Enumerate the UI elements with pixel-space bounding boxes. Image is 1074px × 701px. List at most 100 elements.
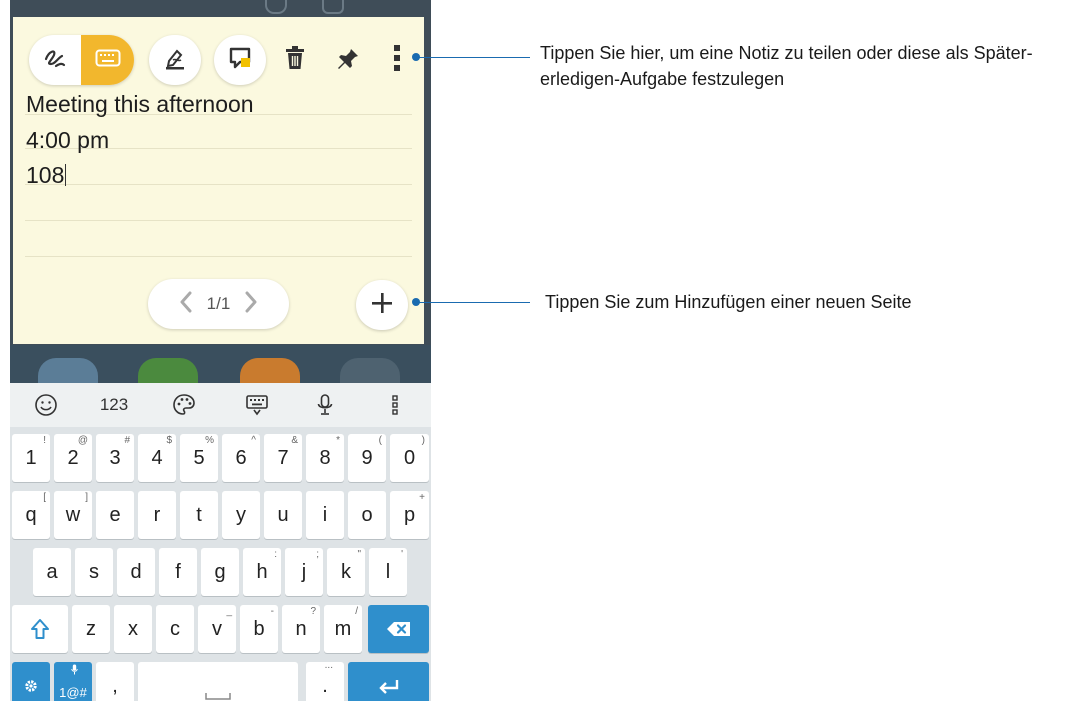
key-5[interactable]: 5% (180, 434, 218, 482)
key-secondary: # (124, 435, 130, 446)
emoji-button[interactable] (30, 383, 62, 427)
shift-key[interactable] (12, 605, 68, 653)
key-label: 9 (361, 446, 373, 469)
key-3[interactable]: 3 # (96, 434, 134, 482)
key-7[interactable]: 7 & (264, 434, 302, 482)
pin-button[interactable] (328, 37, 368, 83)
key-c[interactable]: c (156, 605, 194, 653)
add-page-button[interactable] (356, 280, 408, 330)
key-2[interactable]: 2 @ (54, 434, 92, 482)
handwriting-icon (42, 46, 68, 75)
comma-key[interactable]: , (96, 662, 134, 701)
key-secondary: @ (77, 435, 88, 446)
recent-ghost-icon (265, 0, 287, 14)
key-n[interactable]: n? (282, 605, 320, 653)
key-label: q (25, 503, 37, 526)
key-t[interactable]: t (180, 491, 218, 539)
key-y[interactable]: y (222, 491, 260, 539)
keyboard-mode-button[interactable] (81, 35, 134, 85)
key-f[interactable]: f (159, 548, 197, 596)
key-secondary: ; (316, 549, 319, 560)
key-d[interactable]: d (117, 548, 155, 596)
enter-key[interactable] (348, 662, 429, 701)
key-secondary: - (270, 606, 274, 617)
space-key[interactable] (138, 662, 298, 701)
key-4[interactable]: 4 $ (138, 434, 176, 482)
more-dots-icon (392, 395, 398, 415)
key-secondary: ! (43, 435, 46, 446)
gear-icon (25, 680, 37, 692)
key-l[interactable]: l ' (369, 548, 407, 596)
more-options-button[interactable] (382, 37, 412, 83)
backspace-icon (386, 622, 410, 636)
key-label: d (130, 560, 142, 583)
key-label: e (109, 503, 121, 526)
key-0[interactable]: 0) (390, 434, 429, 482)
previous-page-button[interactable] (179, 291, 193, 318)
note-text-line[interactable]: 108 (26, 162, 67, 189)
key-a[interactable]: a (33, 548, 71, 596)
key-z[interactable]: z (72, 605, 110, 653)
key-x[interactable]: x (114, 605, 152, 653)
key-label: i (322, 503, 328, 526)
key-w[interactable]: w] (54, 491, 92, 539)
key-secondary: ] (85, 492, 88, 503)
key-label: z (86, 617, 96, 640)
note-text-line[interactable]: 4:00 pm (26, 127, 109, 154)
key-label: x (128, 617, 138, 640)
next-page-button[interactable] (244, 291, 258, 318)
key-q[interactable]: q[ (12, 491, 50, 539)
key-i[interactable]: i (306, 491, 344, 539)
smiley-icon (35, 394, 57, 416)
voice-input-button[interactable] (311, 383, 339, 427)
key-b[interactable]: b- (240, 605, 278, 653)
key-9[interactable]: 9( (348, 434, 386, 482)
key-label: a (46, 560, 58, 583)
key-j[interactable]: j; (285, 548, 323, 596)
key-m[interactable]: m / (324, 605, 362, 653)
backspace-key[interactable] (368, 605, 429, 653)
key-h[interactable]: h: (243, 548, 281, 596)
key-v[interactable]: v _ (198, 605, 236, 653)
key-1[interactable]: 1! (12, 434, 50, 482)
key-k[interactable]: k " (327, 548, 365, 596)
delete-button[interactable] (275, 37, 315, 83)
key-o[interactable]: o (348, 491, 386, 539)
page-navigator: 1/1 (148, 279, 289, 329)
key-secondary: [ (43, 492, 46, 503)
key-8[interactable]: 8 * (306, 434, 344, 482)
key-secondary: / (355, 606, 358, 617)
symbols-key[interactable]: 1@# (54, 662, 92, 701)
key-label: h (256, 560, 268, 583)
key-s[interactable]: s (75, 548, 113, 596)
ink-style-button[interactable] (149, 35, 201, 85)
note-text-line[interactable]: Meeting this afternoon (26, 91, 254, 118)
key-r[interactable]: r (138, 491, 176, 539)
space-icon (205, 693, 231, 700)
callout-add-page: Tippen Sie zum Hinzufügen einer neuen Se… (545, 292, 912, 312)
on-screen-keyboard: 123 1! 2 @ 3 # 4 $ 5% 6 ^ 7 & 8 * 9( 0) q[ w] (10, 383, 431, 701)
key-label: y (236, 503, 246, 526)
callout-leader-line (418, 57, 530, 58)
key-6[interactable]: 6 ^ (222, 434, 260, 482)
ink-style-icon (162, 45, 188, 76)
period-key[interactable]: .... (306, 660, 344, 701)
chevron-left-icon (180, 291, 192, 312)
theme-button[interactable] (168, 383, 200, 427)
memo-button[interactable] (214, 35, 266, 85)
key-p[interactable]: p + (390, 491, 429, 539)
keyboard-icon (95, 49, 121, 72)
ruled-line (25, 184, 412, 185)
key-secondary: ) (421, 435, 425, 446)
key-g[interactable]: g (201, 548, 239, 596)
key-u[interactable]: u (264, 491, 302, 539)
settings-key[interactable] (12, 662, 50, 701)
key-label: j (301, 560, 307, 583)
key-label: 1 (25, 446, 37, 469)
handwriting-mode-button[interactable] (29, 35, 81, 85)
keyboard-switch-button[interactable] (240, 383, 274, 427)
keyboard-more-button[interactable] (383, 383, 407, 427)
numbers-button[interactable]: 123 (92, 383, 136, 427)
key-e[interactable]: e (96, 491, 134, 539)
chevron-right-icon (245, 291, 257, 312)
